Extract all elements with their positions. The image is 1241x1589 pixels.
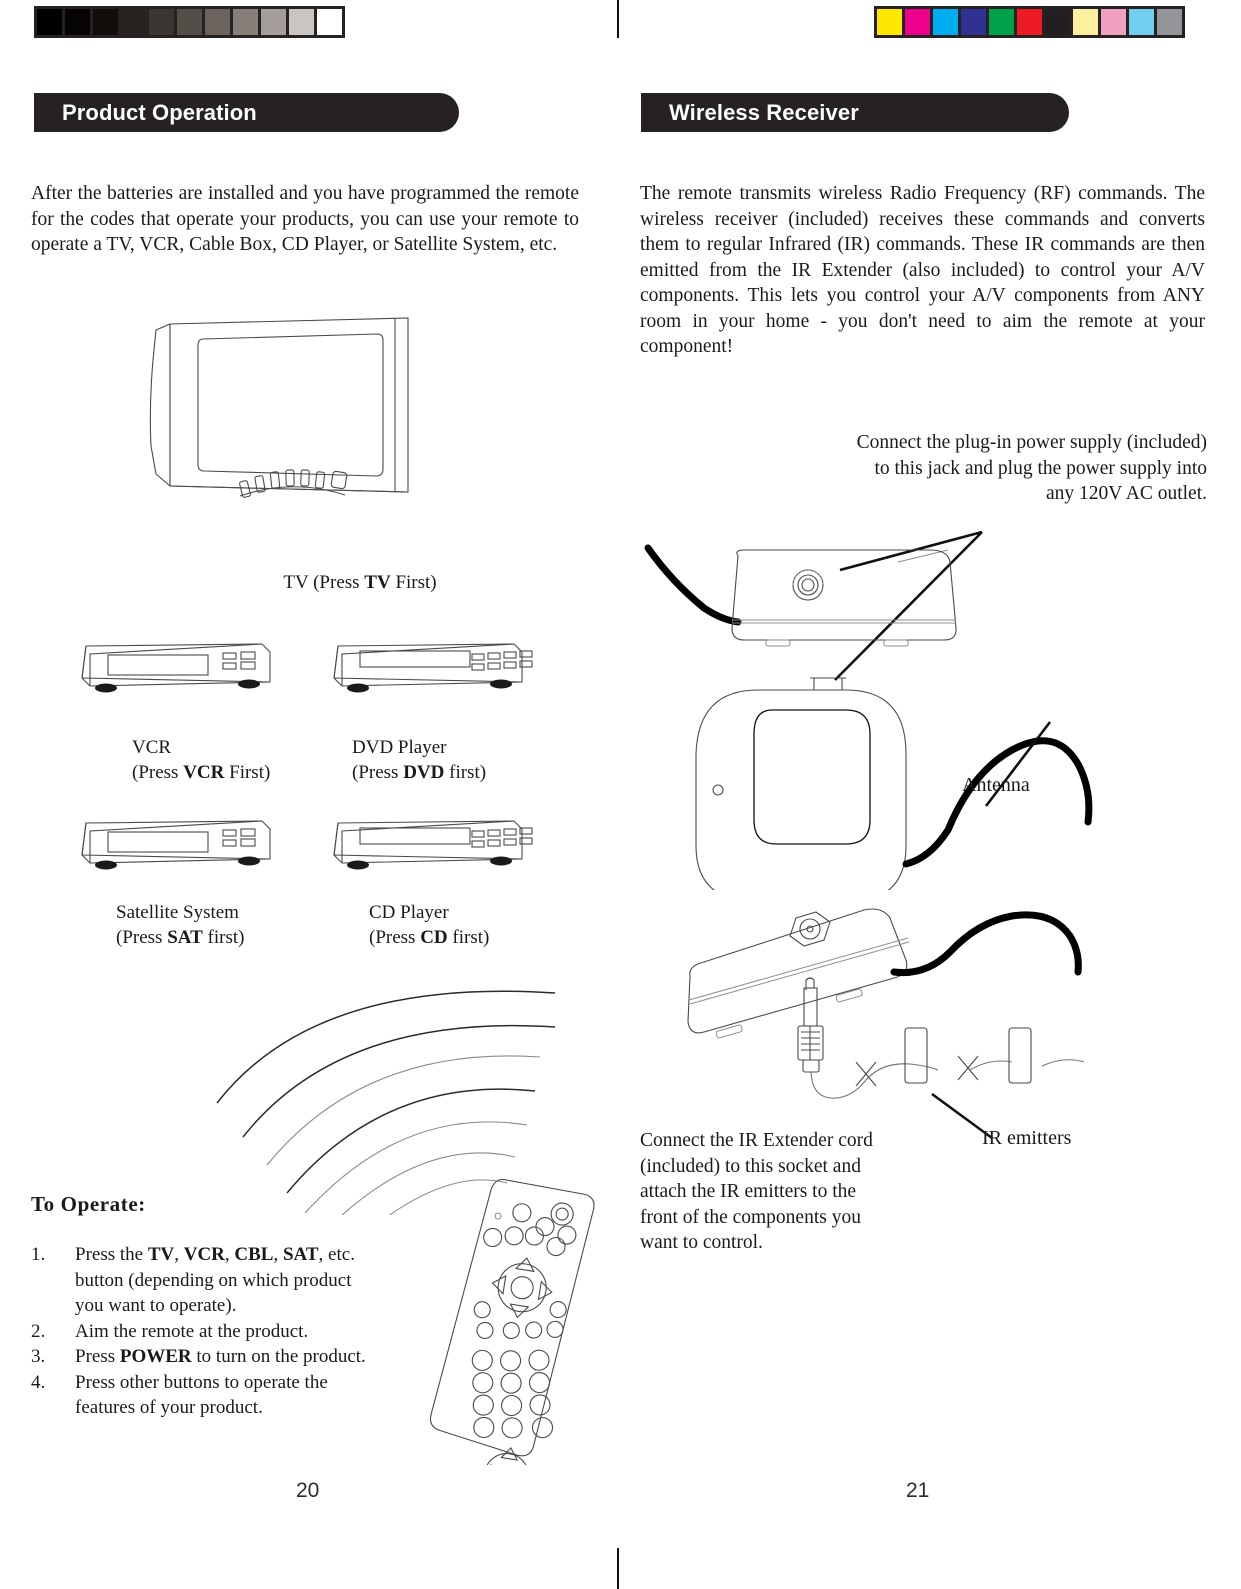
calibration-patch-2 [93, 9, 118, 35]
cd-caption-line2: (Press CD first) [369, 927, 490, 948]
grayscale-calibration-bar [34, 6, 345, 38]
step-number: 3. [31, 1346, 46, 1367]
antenna-callout: Antenna [962, 774, 1030, 796]
wireless-receiver-illustration [630, 510, 1210, 890]
tv-caption-pre: TV (Press [283, 572, 365, 593]
calibration-patch-10 [317, 9, 342, 35]
manual-page-spread: Product Operation After the batteries ar… [0, 0, 1241, 1589]
cd-caption-line1: CD Player [369, 902, 449, 923]
calibration-patch-10 [1157, 9, 1182, 35]
step-number: 2. [31, 1320, 46, 1342]
step-number: 1. [31, 1244, 46, 1265]
dvd-caption-line2: (Press DVD first) [352, 762, 487, 783]
intro-paragraph-left: After the batteries are installed and yo… [31, 183, 579, 255]
list-item: 1. Press the TV, VCR, CBL, SAT, etc. butt… [31, 1244, 355, 1316]
calibration-patch-3 [121, 9, 146, 35]
sat-caption-line2: (Press SAT first) [116, 927, 245, 948]
calibration-patch-4 [989, 9, 1014, 35]
vcr-caption-line2: (Press VCR First) [132, 762, 271, 783]
calibration-patch-2 [933, 9, 958, 35]
ir-emitters-callout: IR emitters [982, 1127, 1072, 1149]
vcr-caption-line1: VCR [132, 737, 172, 758]
cd-player-illustration [312, 815, 542, 877]
list-item: 2. Aim the remote at the product. [31, 1319, 381, 1345]
vcr-caption: VCR (Press VCR First) [132, 735, 362, 785]
gutter-tick-top [617, 0, 619, 38]
calibration-patch-9 [289, 9, 314, 35]
step-number: 4. [31, 1371, 46, 1393]
calibration-patch-0 [877, 9, 902, 35]
tv-caption: TV (Press TV First) [180, 570, 540, 595]
section-header-label: Product Operation [62, 99, 257, 125]
calibration-patch-0 [37, 9, 62, 35]
calibration-patch-5 [1017, 9, 1042, 35]
calibration-patch-6 [205, 9, 230, 35]
ir-extender-callout: Connect the IR Extender cord (included) … [640, 1130, 873, 1253]
dvd-player-illustration [312, 638, 542, 700]
calibration-patch-4 [149, 9, 174, 35]
remote-control-illustration [425, 1175, 605, 1465]
tv-caption-key: TV [364, 572, 391, 593]
calibration-patch-5 [177, 9, 202, 35]
dvd-caption: DVD Player (Press DVD first) [352, 735, 592, 785]
calibration-patch-9 [1129, 9, 1154, 35]
list-item: 4. Press other buttons to operate the fea… [31, 1371, 328, 1419]
calibration-patch-1 [905, 9, 930, 35]
cd-caption: CD Player (Press CD first) [369, 900, 609, 950]
tv-caption-post: First) [390, 572, 437, 593]
calibration-patch-6 [1045, 9, 1070, 35]
section-header-label: Wireless Receiver [669, 99, 859, 125]
dvd-caption-line1: DVD Player [352, 737, 447, 758]
color-calibration-bar [874, 6, 1185, 38]
page-number-left: 20 [296, 1479, 320, 1502]
section-header-product-operation: Product Operation [34, 93, 459, 132]
sat-caption-line1: Satellite System [116, 902, 239, 923]
satellite-caption: Satellite System (Press SAT first) [116, 900, 366, 950]
calibration-patch-8 [1101, 9, 1126, 35]
calibration-patch-1 [65, 9, 90, 35]
calibration-patch-7 [1073, 9, 1098, 35]
calibration-patch-8 [261, 9, 286, 35]
list-item: 3. Press POWER to turn on the product. [31, 1344, 381, 1370]
to-operate-steps: 1. Press the TV, VCR, CBL, SAT, etc. butt… [31, 1242, 381, 1421]
tv-illustration [140, 296, 460, 556]
calibration-patch-7 [233, 9, 258, 35]
satellite-system-illustration [60, 815, 290, 877]
to-operate-heading: To Operate: [31, 1192, 146, 1216]
intro-paragraph-right: The remote transmits wireless Radio Freq… [640, 183, 1205, 357]
power-supply-callout: Connect the plug-in power supply (includ… [856, 432, 1207, 504]
vcr-illustration [60, 638, 290, 700]
section-header-wireless-receiver: Wireless Receiver [641, 93, 1069, 132]
gutter-tick-bottom [617, 1548, 619, 1589]
calibration-patch-3 [961, 9, 986, 35]
page-number-right: 21 [906, 1479, 930, 1502]
